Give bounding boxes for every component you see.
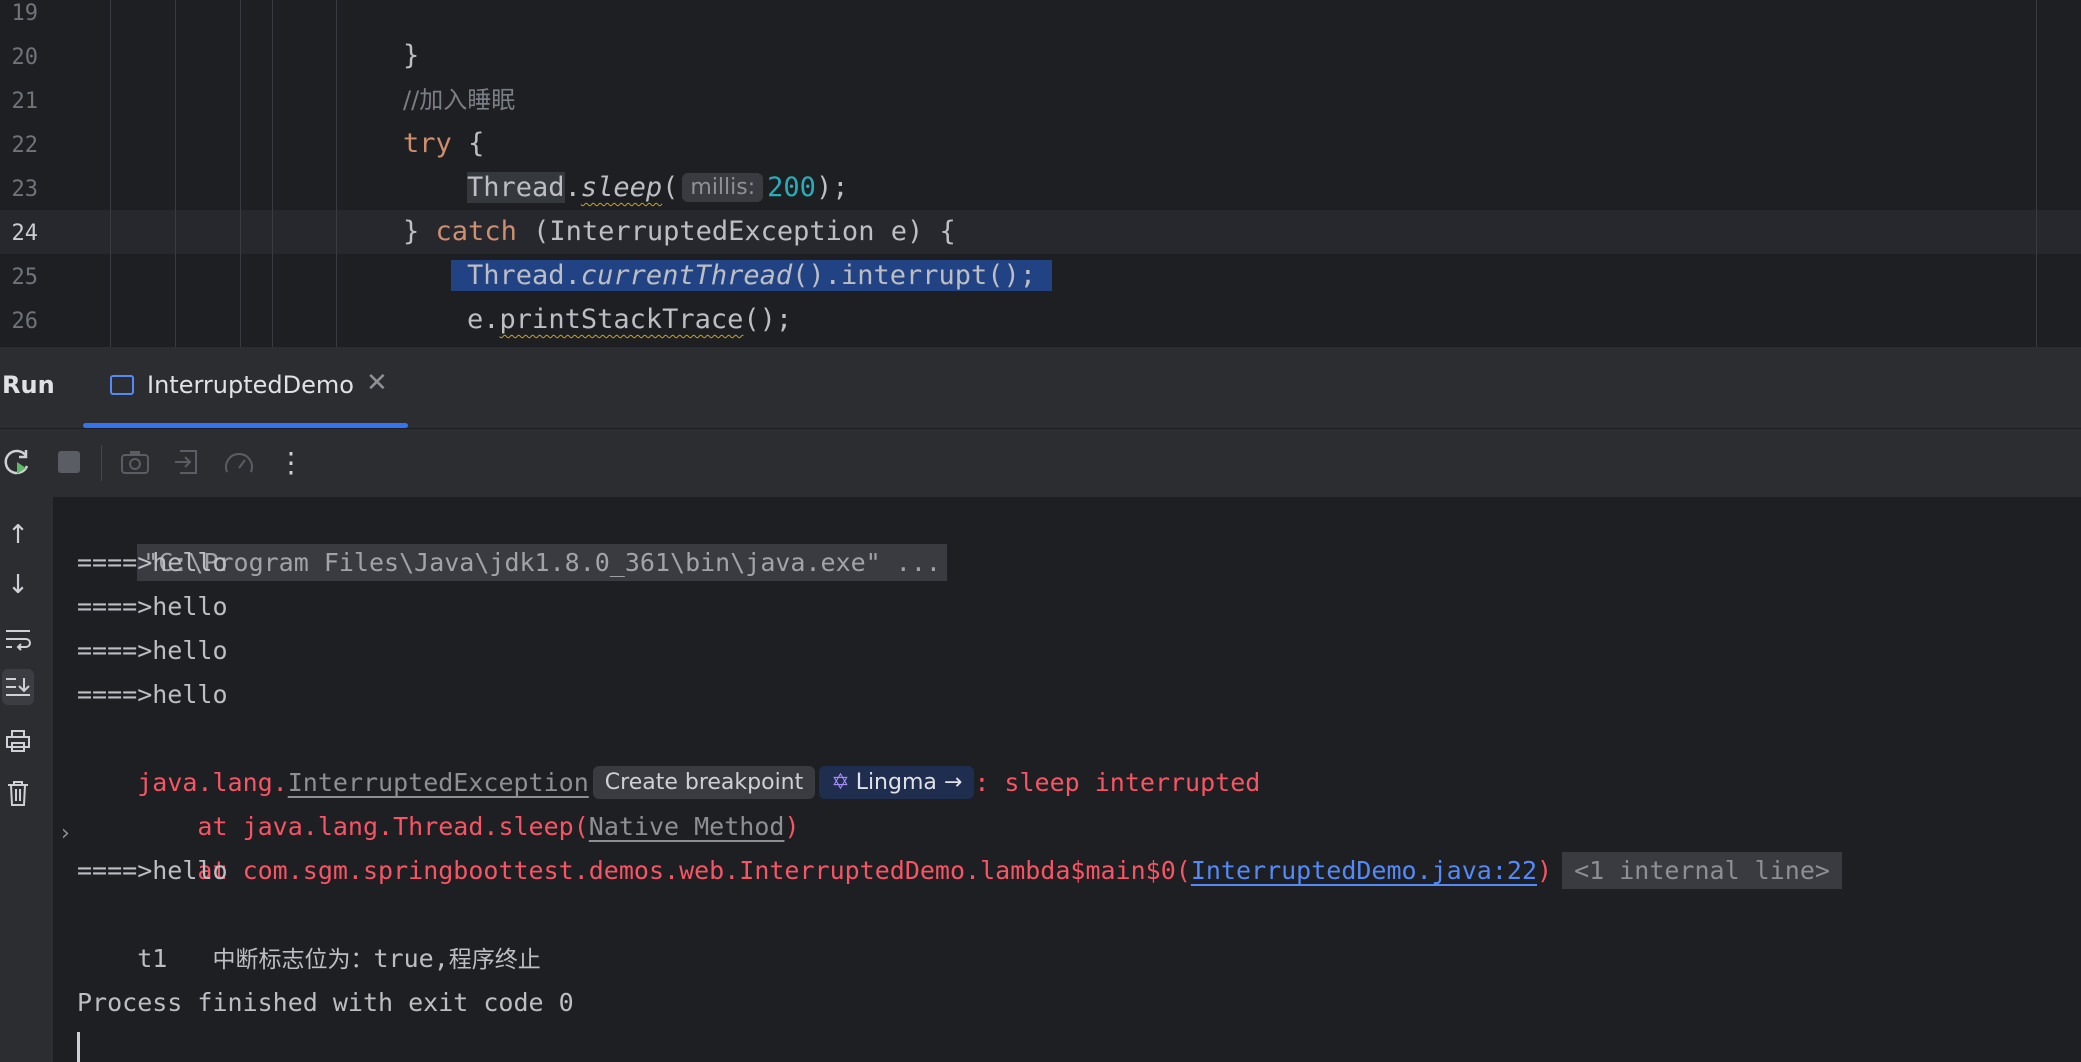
line-number: 25 xyxy=(11,265,39,290)
scroll-up-icon[interactable]: ↑ xyxy=(2,517,34,553)
stack-frame-text: at com.sgm.springboottest.demos.web.Inte… xyxy=(137,856,1191,885)
lingma-icon: ✡ xyxy=(831,770,850,795)
line-number: 26 xyxy=(11,309,39,334)
thread-name: t1 xyxy=(137,944,168,973)
console-text: 程序终止 xyxy=(448,947,541,973)
trash-icon[interactable] xyxy=(2,775,34,811)
text-cursor xyxy=(77,1032,80,1062)
command-line[interactable]: "C:\Program Files\Java\jdk1.8.0_361\bin\… xyxy=(137,544,947,581)
code-line-20[interactable]: //加入睡眠 xyxy=(338,34,515,114)
code-line-22[interactable]: Thread.sleep(millis: 200); xyxy=(402,122,848,203)
stack-trace-line: at java.lang.Thread.sleep(Native Method) xyxy=(77,761,799,841)
line-number-active: 24 xyxy=(11,221,39,246)
scroll-down-icon[interactable]: ↓ xyxy=(2,567,34,603)
console-text: , xyxy=(433,944,449,973)
arrow-right-icon: → xyxy=(943,770,963,795)
code-text: e. xyxy=(467,304,500,335)
console-line: ====>hello xyxy=(77,636,228,665)
soft-wrap-icon[interactable] xyxy=(2,621,34,657)
code-line-21[interactable]: try { xyxy=(338,78,484,159)
stop-icon[interactable] xyxy=(52,445,86,479)
console-icon xyxy=(110,375,134,395)
process-finished-line: Process finished with exit code 0 xyxy=(77,988,574,1017)
active-tab-indicator xyxy=(83,423,408,428)
line-number: 22 xyxy=(11,133,39,158)
right-margin-guide xyxy=(2036,0,2037,347)
exit-icon[interactable] xyxy=(170,445,204,479)
indent-guide xyxy=(175,0,176,347)
stack-frame-text: ) xyxy=(1537,856,1553,885)
rerun-icon[interactable] xyxy=(0,445,34,479)
toolbar-divider xyxy=(101,445,102,481)
source-link[interactable]: InterruptedDemo.java:22 xyxy=(1191,856,1537,885)
tab-interrupted-demo[interactable]: InterruptedDemo ✕ xyxy=(83,347,408,428)
line-number: 19 xyxy=(11,1,39,26)
line-number: 20 xyxy=(11,45,39,70)
line-number: 23 xyxy=(11,177,39,202)
lingma-button[interactable]: ✡ Lingma → xyxy=(819,766,975,799)
lingma-label: Lingma xyxy=(855,770,937,795)
method-call: printStackTrace xyxy=(499,304,744,335)
console-line-t1: t1 中断标志位为：true,程序终止 xyxy=(77,893,541,973)
camera-icon[interactable] xyxy=(118,445,152,479)
tab-label: InterruptedDemo xyxy=(147,371,354,399)
code-editor[interactable]: 19 20 21 22 23 24 25 26 } //加入睡眠 try { T… xyxy=(0,0,2081,347)
code-text: ().interrupt(); xyxy=(792,260,1037,291)
exception-line: java.lang.InterruptedException Create bre… xyxy=(77,717,1260,799)
console-line: ====>hello xyxy=(77,680,228,709)
console-side-toolbar: ↑ ↓ xyxy=(0,497,53,1062)
indent-guide xyxy=(272,0,273,347)
stack-trace-line: at com.sgm.springboottest.demos.web.Inte… xyxy=(77,805,1842,889)
more-vertical-icon[interactable]: ⋮ xyxy=(274,445,308,479)
indent-guide xyxy=(110,0,111,347)
console-output[interactable]: "C:\Program Files\Java\jdk1.8.0_361\bin\… xyxy=(53,497,2081,1062)
run-title: Run xyxy=(2,371,55,399)
console-text: true xyxy=(373,944,434,973)
indent-guide xyxy=(336,0,337,347)
console-line-command: "C:\Program Files\Java\jdk1.8.0_361\bin\… xyxy=(77,497,947,581)
run-tool-window-header: Run InterruptedDemo ✕ xyxy=(0,347,2081,429)
console-text: 中断标志位为： xyxy=(212,947,374,973)
line-number: 21 xyxy=(11,89,39,114)
code-line-25[interactable]: e.printStackTrace(); xyxy=(402,254,792,335)
print-icon[interactable] xyxy=(2,723,34,759)
console-line: ====>hello xyxy=(77,592,228,621)
code-line-23[interactable]: } catch (InterruptedException e) { xyxy=(338,166,956,247)
close-icon[interactable]: ✕ xyxy=(366,368,388,398)
code-text: (); xyxy=(743,304,793,335)
run-toolbar: ⋮ xyxy=(0,429,2081,497)
console-line: ====>hello xyxy=(77,548,228,577)
scroll-to-end-icon[interactable] xyxy=(2,669,34,705)
exception-message: : sleep interrupted xyxy=(974,768,1261,797)
code-line-19[interactable]: } xyxy=(338,0,419,71)
code-line-24[interactable]: Thread.currentThread().interrupt(); xyxy=(386,210,1053,291)
internal-lines-fold[interactable]: <1 internal line> xyxy=(1562,852,1842,889)
indent-guide xyxy=(240,0,241,347)
chevron-right-icon[interactable]: › xyxy=(61,821,70,846)
profiler-icon[interactable] xyxy=(222,445,256,479)
console-line: ====>hello xyxy=(77,856,228,885)
